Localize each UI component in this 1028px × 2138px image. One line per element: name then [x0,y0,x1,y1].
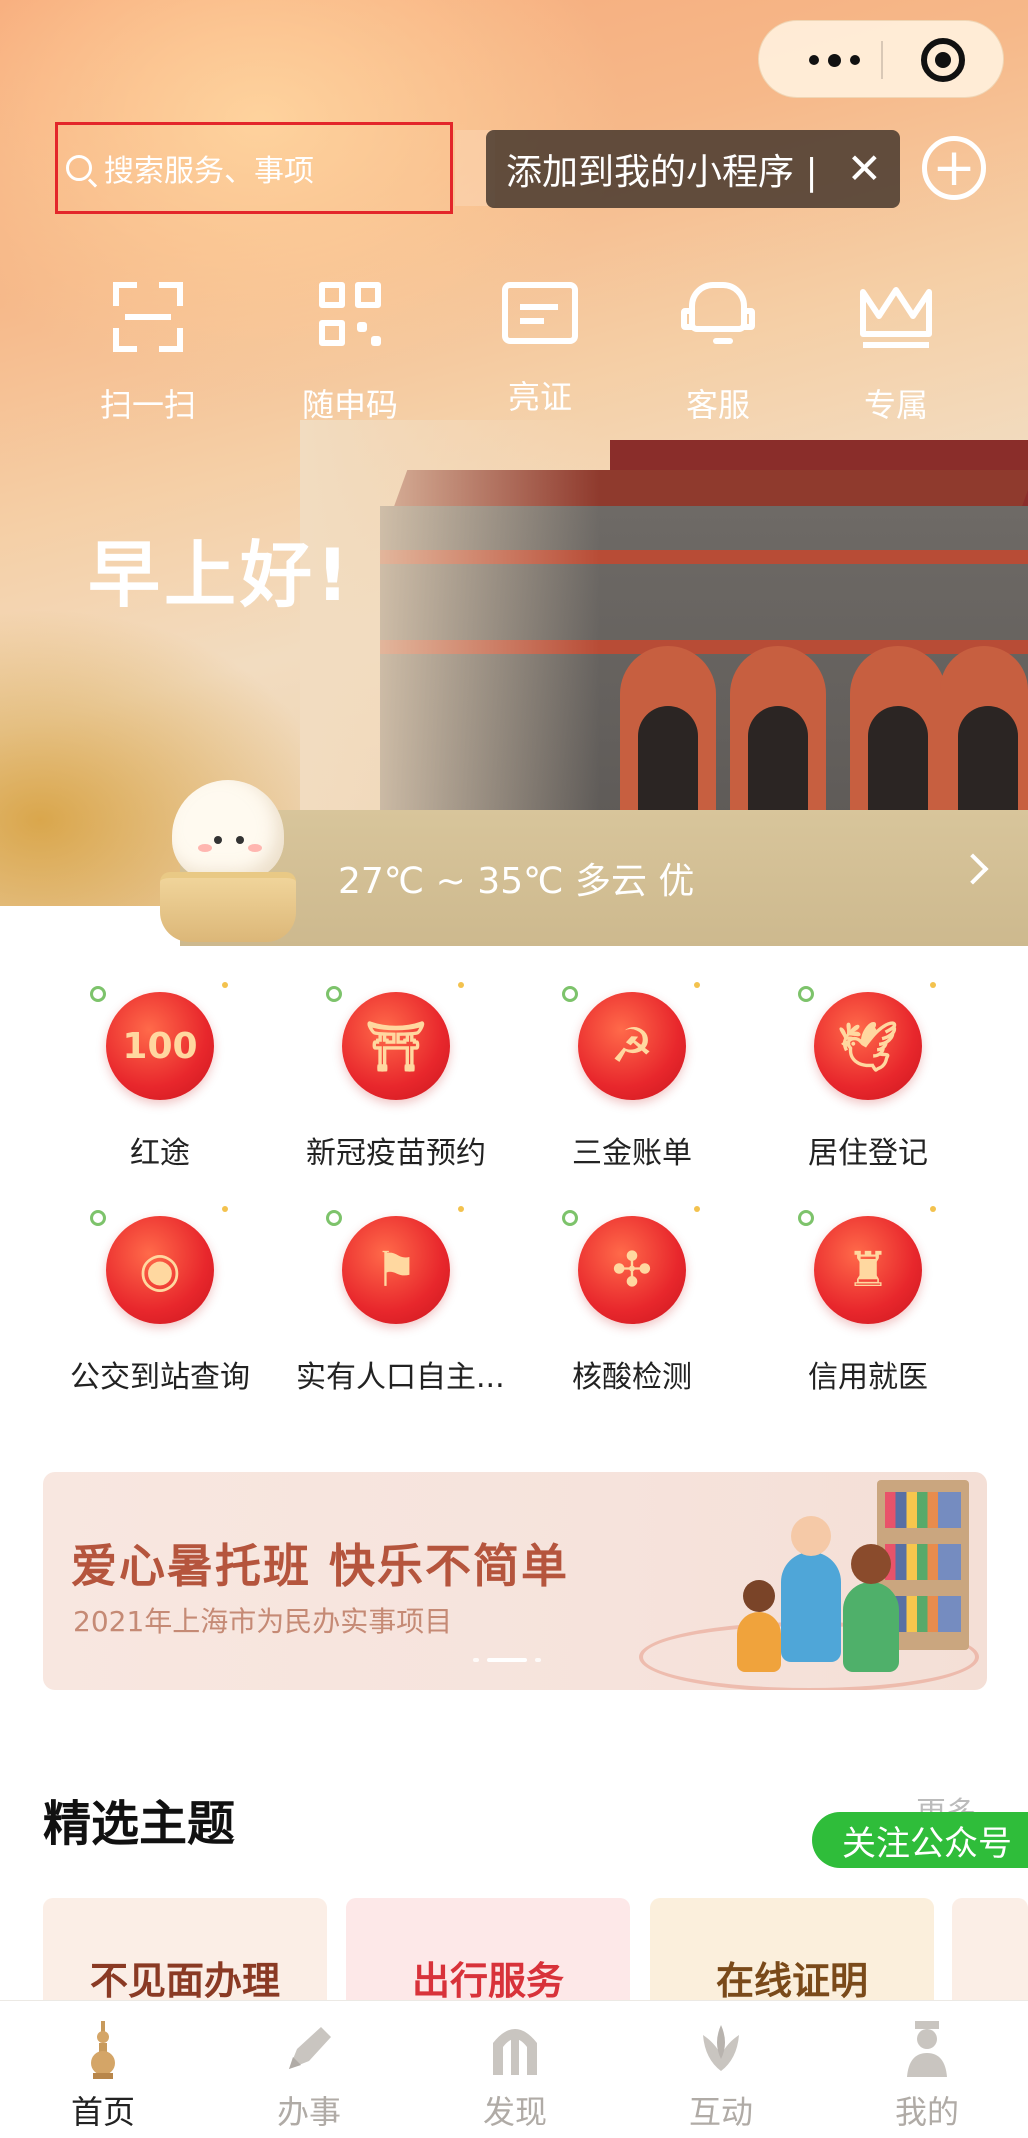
service-bus[interactable]: ◉ 公交到站查询 [60,1206,260,1396]
arch-gate-icon [493,2029,537,2075]
xiaolongbao-mascot [160,780,296,950]
carousel-indicator [473,1658,541,1662]
crown-icon [857,282,935,352]
service-hongtu[interactable]: 100 红途 [60,982,260,1172]
tab-label: 办事 [276,2093,341,2131]
quick-action-customer-service[interactable]: 客服 [648,282,788,426]
summer-care-banner[interactable]: 爱心暑托班 快乐不简单 2021年上海市为民办实事项目 [43,1472,987,1690]
close-icon[interactable]: ✕ [847,148,882,190]
quick-action-show-id[interactable]: 亮证 [470,282,610,418]
service-label: 信用就医 [808,1360,928,1395]
chinese-knot-icon: ✣ [562,1206,700,1324]
pen-icon [289,2027,331,2069]
tab-label: 我的 [894,2093,959,2131]
section-title: 精选主题 [43,1796,236,1852]
hammer-sickle-icon: ☭ [562,982,700,1100]
service-population[interactable]: ⚑ 实有人口自主... [296,1206,505,1396]
add-to-my-mini-programs-tooltip[interactable]: 添加到我的小程序 | ✕ [486,130,900,208]
child-illustration [737,1580,781,1672]
id-card-icon [502,282,578,344]
drum-icon: ◉ [90,1206,228,1324]
monument-icon: ♜ [798,1206,936,1324]
topic-label: 在线证明 [715,1959,868,2003]
quick-action-label: 扫一扫 [99,386,196,424]
service-credit-medical[interactable]: ♜ 信用就医 [768,1206,968,1396]
banner-subtitle: 2021年上海市为民办实事项目 [73,1605,453,1638]
service-label: 核酸检测 [572,1360,692,1395]
plus-circle-icon[interactable]: + [922,136,986,200]
quick-action-label: 随申码 [301,386,398,424]
mini-program-capsule [758,20,1004,98]
service-nucleic-test[interactable]: ✣ 核酸检测 [532,1206,732,1396]
child-illustration [781,1516,841,1662]
service-label: 红途 [130,1136,190,1171]
dove-icon: 🕊 [798,982,936,1100]
tiananmen-icon: ⛩ [326,982,464,1100]
target-circle-icon[interactable] [921,38,965,82]
service-label: 三金账单 [572,1136,692,1171]
qr-code-icon [311,282,389,352]
quick-action-label: 专属 [863,386,928,424]
service-label: 新冠疫苗预约 [306,1136,486,1171]
topic-label: 不见面办理 [89,1959,280,2003]
service-label: 实有人口自主... [296,1360,505,1395]
topic-label: 出行服务 [411,1959,564,2003]
pagoda-icon [91,2021,115,2079]
tab-label: 互动 [688,2093,753,2131]
bottom-tab-bar: 首页 办事 发现 互动 我的 [0,2000,1028,2138]
tab-home[interactable]: 首页 [0,2001,206,2138]
tab-mine[interactable]: 我的 [824,2001,1028,2138]
100-anniversary-icon: 100 [90,982,228,1100]
quick-action-qr[interactable]: 随申码 [280,282,420,426]
tab-services[interactable]: 办事 [206,2001,412,2138]
more-dots-icon[interactable] [799,41,869,79]
service-label: 居住登记 [808,1136,928,1171]
child-illustration [843,1544,899,1672]
magnolia-icon [703,2025,739,2071]
person-icon [907,2021,947,2077]
search-icon [66,155,92,181]
weather-text: 27℃ ~ 35℃ 多云 优 [338,861,695,902]
tab-label: 首页 [70,2093,135,2131]
search-placeholder: 搜索服务、事项 [104,154,314,189]
headset-icon [679,282,757,352]
service-residence[interactable]: 🕊 居住登记 [768,982,968,1172]
flag-icon: ⚑ [326,1206,464,1324]
service-label: 公交到站查询 [70,1360,250,1395]
scan-icon [109,282,187,352]
tab-label: 发现 [482,2093,547,2131]
follow-official-account-button[interactable]: 关注公众号 [812,1812,1028,1868]
quick-action-exclusive[interactable]: 专属 [826,282,966,426]
banner-title: 爱心暑托班 快乐不简单 [71,1539,570,1593]
tooltip-text: 添加到我的小程序 | [506,152,818,193]
search-input[interactable]: 搜索服务、事项 [55,122,453,214]
greeting-text: 早上好! [88,533,353,617]
tab-discover[interactable]: 发现 [412,2001,618,2138]
service-vaccine[interactable]: ⛩ 新冠疫苗预约 [296,982,496,1172]
quick-action-scan[interactable]: 扫一扫 [78,282,218,426]
quick-action-label: 亮证 [507,378,572,416]
service-sanjin-bill[interactable]: ☭ 三金账单 [532,982,732,1172]
tab-interact[interactable]: 互动 [618,2001,824,2138]
quick-action-label: 客服 [685,386,750,424]
